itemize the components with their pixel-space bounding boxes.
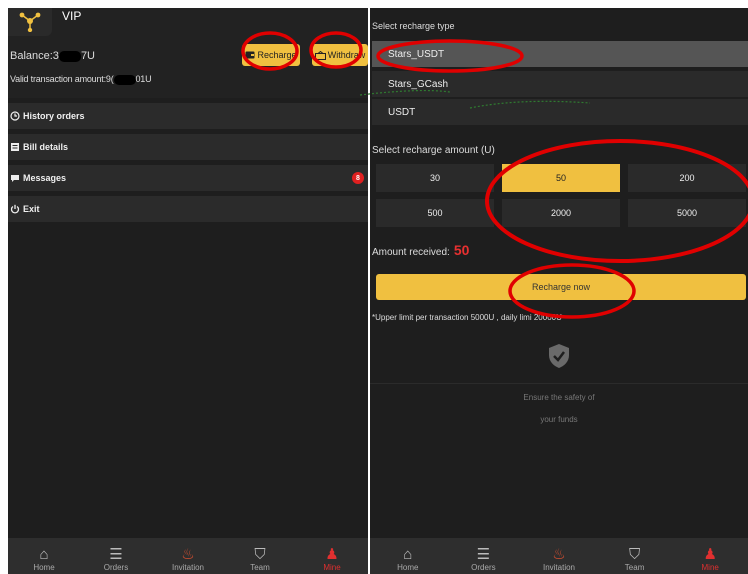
recharge-panel: Select recharge type Stars_USDT Stars_GC…: [370, 8, 748, 574]
amount-received-value: 50: [453, 242, 470, 258]
redaction-mask: [58, 50, 81, 62]
nav-label: Home: [397, 563, 419, 572]
wallet-icon: [245, 51, 255, 59]
nav-mine[interactable]: ♟ Mine: [296, 538, 368, 574]
amount-option-30[interactable]: 30: [376, 164, 494, 192]
safety-notice: Ensure the safety of your funds: [370, 343, 748, 431]
bill-icon: [11, 143, 19, 151]
nav-label: Team: [250, 563, 270, 572]
clock-icon: [10, 111, 20, 121]
amount-option-500[interactable]: 500: [376, 199, 494, 227]
nav-team[interactable]: ⛉ Team: [597, 538, 673, 574]
menu-label: History orders: [23, 111, 85, 121]
nav-label: Invitation: [542, 563, 575, 572]
menu-item-messages[interactable]: Messages 8: [8, 165, 368, 191]
home-icon: ⌂: [39, 546, 49, 563]
amount-option-50[interactable]: 50: [502, 164, 620, 192]
amount-option-5000[interactable]: 5000: [628, 199, 746, 227]
redaction-mask: [113, 74, 136, 85]
nav-label: Orders: [471, 563, 496, 572]
recharge-type-stars-usdt[interactable]: Stars_USDT: [372, 41, 748, 67]
valid-suffix: 01U: [135, 74, 152, 84]
withdraw-button[interactable]: Withdraw: [312, 44, 368, 66]
account-header: VIP Balance:3 7U Valid transaction amount…: [8, 8, 368, 98]
nav-mine[interactable]: ♟ Mine: [672, 538, 748, 574]
withdraw-label: Withdraw: [327, 50, 366, 60]
bottom-nav: ⌂ Home ☰ Orders ♨ Invitation ⛉ Team ♟ Mine: [8, 538, 368, 574]
menu-item-exit[interactable]: Exit: [8, 196, 368, 222]
nav-label: Team: [624, 563, 645, 572]
safety-line-2: your funds: [540, 415, 578, 424]
nav-invitation[interactable]: ♨ Invitation: [521, 538, 597, 574]
recharge-button[interactable]: Recharge: [242, 44, 300, 66]
amount-received: Amount received: 50: [372, 242, 469, 258]
vip-emblem-icon: [19, 12, 41, 32]
nav-home[interactable]: ⌂ Home: [370, 538, 446, 574]
balance-text: Balance:3 7U: [10, 50, 95, 62]
team-icon: ⛉: [254, 546, 266, 563]
nav-team[interactable]: ⛉ Team: [224, 538, 296, 574]
nav-label: Mine: [701, 563, 719, 572]
home-icon: ⌂: [403, 546, 413, 563]
power-icon: [10, 204, 20, 214]
nav-home[interactable]: ⌂ Home: [8, 538, 80, 574]
nav-label: Home: [33, 563, 55, 572]
safety-text: Ensure the safety of your funds: [370, 387, 748, 431]
balance-prefix: Balance:3: [10, 50, 59, 62]
nav-label: Invitation: [171, 563, 205, 572]
shield-check-icon: [548, 343, 570, 369]
recharge-amount-title: Select recharge amount (U): [372, 145, 495, 156]
team-icon: ⛉: [628, 546, 641, 563]
orders-icon: ☰: [476, 546, 491, 563]
vip-logo: [8, 8, 52, 36]
valid-transaction-text: Valid transaction amount:9( 01U: [10, 74, 152, 85]
recharge-type-title: Select recharge type: [372, 21, 455, 31]
nav-label: Orders: [103, 563, 129, 572]
recharge-label: Recharge: [257, 50, 297, 60]
fire-icon: ♨: [181, 546, 195, 563]
recharge-type-stars-gcash[interactable]: Stars_GCash: [372, 71, 748, 97]
recharge-type-list: Stars_USDT Stars_GCash USDT: [372, 38, 748, 132]
user-icon: ♟: [703, 546, 717, 563]
menu-label: Bill details: [23, 142, 69, 152]
balance-suffix: 7U: [80, 50, 95, 62]
vip-title: VIP: [62, 9, 82, 23]
message-count-badge: 8: [352, 172, 364, 184]
chat-icon: [11, 175, 19, 182]
fire-icon: ♨: [552, 546, 566, 563]
account-panel: VIP Balance:3 7U Valid transaction amount…: [8, 8, 368, 574]
nav-orders[interactable]: ☰ Orders: [446, 538, 522, 574]
menu-item-history-orders[interactable]: History orders: [8, 103, 368, 129]
amount-option-200[interactable]: 200: [628, 164, 746, 192]
menu-label: Exit: [23, 204, 40, 214]
divider: [370, 383, 748, 384]
orders-icon: ☰: [109, 546, 123, 563]
safety-line-1: Ensure the safety of: [523, 393, 595, 402]
amount-option-2000[interactable]: 2000: [502, 199, 620, 227]
nav-orders[interactable]: ☰ Orders: [80, 538, 152, 574]
nav-invitation[interactable]: ♨ Invitation: [152, 538, 224, 574]
recharge-now-button[interactable]: Recharge now: [376, 274, 746, 300]
bottom-nav: ⌂ Home ☰ Orders ♨ Invitation ⛉ Team ♟ Mine: [370, 538, 748, 574]
menu-label: Messages: [23, 173, 67, 183]
withdraw-icon: [314, 50, 326, 60]
valid-prefix: Valid transaction amount:9(: [10, 74, 114, 84]
amount-received-label: Amount received:: [372, 247, 450, 258]
recharge-type-usdt[interactable]: USDT: [372, 99, 748, 125]
menu-item-bill-details[interactable]: Bill details: [8, 134, 368, 160]
limit-note: *Upper limit per transaction 5000U , dai…: [372, 313, 562, 322]
nav-label: Mine: [323, 563, 341, 572]
user-icon: ♟: [325, 546, 339, 563]
